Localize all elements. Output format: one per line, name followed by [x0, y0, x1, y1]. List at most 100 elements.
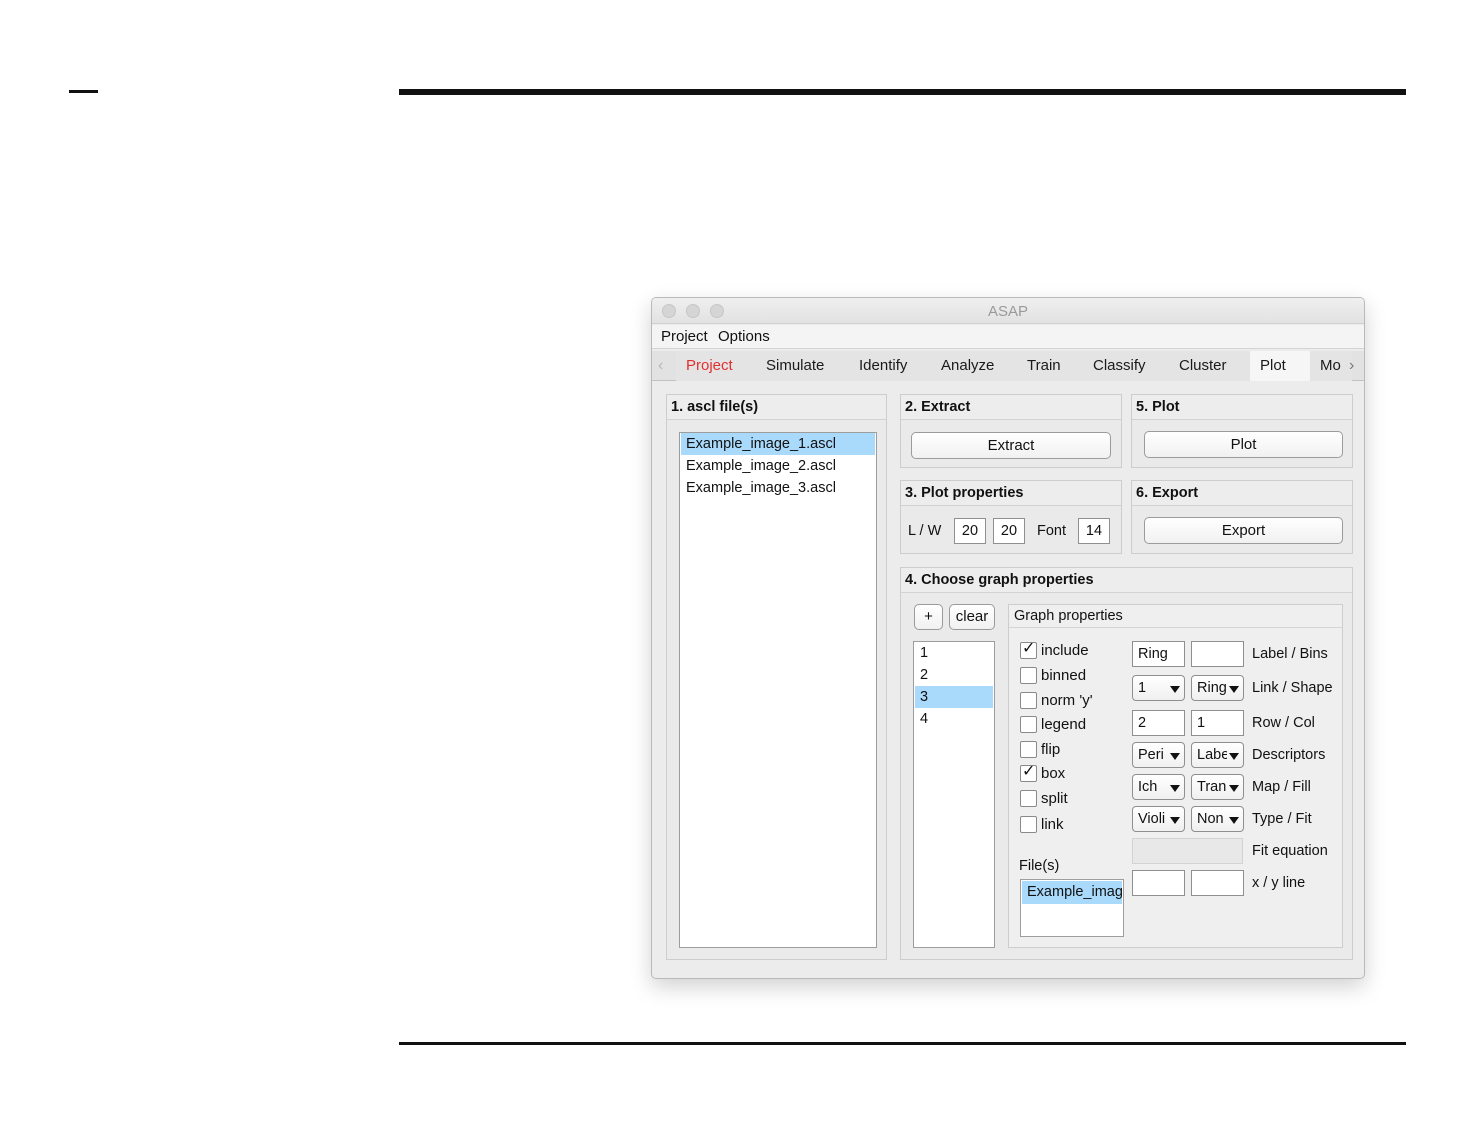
link-select[interactable]: 1 [1132, 675, 1185, 701]
col-input[interactable]: 1 [1191, 710, 1244, 736]
map-select[interactable]: Ich [1132, 774, 1185, 800]
split-label: split [1041, 790, 1068, 807]
plot-panel-title: 5. Plot [1136, 399, 1180, 415]
plot-properties-title: 3. Plot properties [905, 485, 1024, 501]
include-label: include [1041, 642, 1089, 659]
files-panel: 1. ascl file(s) Example_image_1.ascl Exa… [666, 394, 887, 960]
link-label: link [1041, 816, 1064, 833]
menu-options[interactable]: Options [718, 328, 770, 345]
plot-button[interactable]: Plot [1144, 431, 1343, 458]
chevron-down-icon [1170, 686, 1180, 693]
list-item[interactable]: 1 [915, 642, 993, 664]
page-dash [69, 90, 98, 93]
title-bar[interactable]: ASAP [652, 298, 1364, 324]
graph-properties-box: Graph properties ✓ include binned norm '… [1008, 604, 1343, 948]
files-label: File(s) [1019, 858, 1060, 874]
row-col-label: Row / Col [1252, 715, 1315, 731]
box-checkbox[interactable]: ✓ [1020, 763, 1037, 782]
list-item[interactable]: 4 [915, 708, 993, 730]
chevron-down-icon [1229, 753, 1239, 760]
descriptor-2-select[interactable]: Label [1191, 742, 1244, 768]
width-input[interactable]: 20 [993, 518, 1025, 544]
clear-graphs-button[interactable]: clear [949, 604, 995, 630]
checkmark-icon: ✓ [1022, 640, 1036, 657]
tab-bar: ‹ Project Simulate Identify Analyze Trai… [652, 351, 1364, 381]
tab-plot[interactable]: Plot [1250, 351, 1311, 381]
binned-label: binned [1041, 667, 1087, 684]
checkmark-icon: ✓ [1022, 763, 1036, 780]
list-item[interactable]: Example_image_1.ascl [681, 433, 875, 455]
tab-more[interactable]: Mo [1310, 351, 1352, 381]
graph-panel-title: 4. Choose graph properties [905, 572, 1094, 588]
chevron-down-icon [1170, 753, 1180, 760]
menu-bar: Project Options [652, 325, 1364, 349]
link-checkbox[interactable] [1020, 816, 1037, 833]
extract-button[interactable]: Extract [911, 432, 1111, 459]
tab-analyze[interactable]: Analyze [931, 351, 1018, 381]
list-item[interactable]: Example_image_3.ascl [681, 477, 875, 499]
graph-properties-title: Graph properties [1014, 608, 1123, 624]
tab-train[interactable]: Train [1017, 351, 1084, 381]
y-line-input[interactable] [1191, 870, 1244, 896]
shape-select[interactable]: Ring [1191, 675, 1244, 701]
type-fit-label: Type / Fit [1252, 811, 1312, 827]
norm-y-checkbox[interactable] [1020, 692, 1037, 709]
x-line-input[interactable] [1132, 870, 1185, 896]
tab-cluster[interactable]: Cluster [1169, 351, 1251, 381]
font-label: Font [1037, 523, 1067, 539]
fit-equation-label: Fit equation [1252, 843, 1328, 859]
fit-equation-input[interactable] [1132, 838, 1243, 864]
chevron-down-icon [1229, 785, 1239, 792]
asap-window: ASAP Project Options ‹ Project Simulate … [651, 297, 1365, 979]
tab-scroll-right-icon[interactable]: › [1349, 357, 1354, 375]
tab-project[interactable]: Project [676, 351, 757, 381]
tab-scroll-left-icon[interactable]: ‹ [658, 357, 663, 375]
tab-identify[interactable]: Identify [849, 351, 932, 381]
row-input[interactable]: 2 [1132, 710, 1185, 736]
norm-y-label: norm 'y' [1041, 692, 1093, 709]
bins-input[interactable] [1191, 641, 1244, 667]
files-list[interactable]: Example_image_1.ascl Example_image_2.asc… [679, 432, 877, 948]
chevron-down-icon [1170, 785, 1180, 792]
graph-panel: 4. Choose graph properties + clear 1 2 3… [900, 567, 1353, 960]
graph-list[interactable]: 1 2 3 4 [913, 641, 995, 948]
list-item[interactable]: Example_image_2.ascl [681, 455, 875, 477]
label-input[interactable]: Ring [1132, 641, 1185, 667]
export-panel: 6. Export Export [1131, 480, 1353, 554]
lw-label: L / W [908, 523, 942, 539]
list-item[interactable]: 3 [915, 686, 993, 708]
link-shape-label: Link / Shape [1252, 680, 1333, 696]
menu-project[interactable]: Project [661, 328, 708, 345]
descriptors-label: Descriptors [1252, 747, 1326, 763]
fit-select[interactable]: Non [1191, 806, 1244, 832]
length-input[interactable]: 20 [954, 518, 986, 544]
export-panel-title: 6. Export [1136, 485, 1199, 501]
tab-classify[interactable]: Classify [1083, 351, 1170, 381]
xy-line-label: x / y line [1252, 875, 1306, 891]
chevron-down-icon [1229, 817, 1239, 824]
include-checkbox[interactable]: ✓ [1020, 640, 1037, 659]
add-graph-button[interactable]: + [914, 604, 943, 630]
bottom-rule [399, 1042, 1406, 1045]
descriptor-1-select[interactable]: Peri [1132, 742, 1185, 768]
list-item[interactable]: Example_imag [1022, 881, 1122, 904]
plot-properties-panel: 3. Plot properties L / W 20 20 Font 14 [900, 480, 1122, 554]
graph-files-list[interactable]: Example_imag [1020, 879, 1124, 937]
extract-panel-title: 2. Extract [905, 399, 971, 415]
extract-panel: 2. Extract Extract [900, 394, 1122, 468]
export-button[interactable]: Export [1144, 517, 1343, 544]
list-item[interactable]: 2 [915, 664, 993, 686]
flip-checkbox[interactable] [1020, 741, 1037, 758]
legend-checkbox[interactable] [1020, 716, 1037, 733]
tab-simulate[interactable]: Simulate [756, 351, 850, 381]
split-checkbox[interactable] [1020, 790, 1037, 807]
map-fill-label: Map / Fill [1252, 779, 1311, 795]
font-size-input[interactable]: 14 [1078, 518, 1110, 544]
chevron-down-icon [1170, 817, 1180, 824]
window-title: ASAP [987, 303, 1029, 320]
type-select[interactable]: Violi [1132, 806, 1185, 832]
fill-select[interactable]: Tran [1191, 774, 1244, 800]
label-bins-label: Label / Bins [1252, 646, 1328, 662]
top-rule [399, 89, 1406, 95]
binned-checkbox[interactable] [1020, 667, 1037, 684]
